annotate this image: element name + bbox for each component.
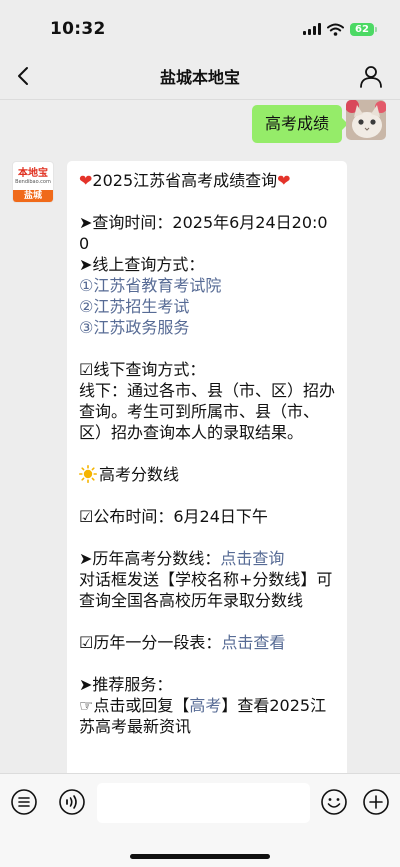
history-query-link[interactable]: 点击查询: [220, 549, 284, 568]
recommend-line: ☞点击或回复【高考】查看2025江苏高考最新资讯: [79, 695, 335, 737]
emoji-icon[interactable]: [320, 788, 348, 816]
offline-query-title: ☑线下查询方式：: [79, 360, 206, 379]
input-bar: [0, 773, 400, 867]
bot-avatar[interactable]: 本地宝 Bendibao.com 盐城: [12, 161, 54, 203]
chevron-left-icon[interactable]: [12, 64, 36, 88]
voice-icon[interactable]: [58, 788, 86, 816]
message-title: 2025江苏省高考成绩查询: [92, 171, 278, 190]
list-menu-icon[interactable]: [10, 788, 38, 816]
offline-query-text: 线下：通过各市、县（市、区）招办查询。考生可到所属市、县（市、区）招办查询本人的…: [79, 381, 336, 442]
bot-message-bubble[interactable]: ❤2025江苏省高考成绩查询❤ ➤查询时间：2025年6月24日20:00 ➤线…: [67, 161, 347, 773]
link-jiangsu-exam-authority[interactable]: ①江苏省教育考试院: [79, 275, 335, 296]
logo-text: 本地宝: [18, 167, 48, 179]
home-indicator[interactable]: [130, 854, 270, 859]
bot-logo: 本地宝 Bendibao.com: [13, 162, 53, 190]
nav-bar: 盐城本地宝: [0, 52, 400, 100]
segment-table-link[interactable]: 点击查看: [221, 633, 285, 652]
score-line-title: 高考分数线: [99, 465, 180, 484]
recommend-prefix: ☞点击或回复【: [79, 696, 190, 715]
recommend-title: ➤推荐服务：: [79, 675, 173, 694]
gaokao-keyword-link[interactable]: 高考: [189, 696, 221, 715]
message-title-line: ❤2025江苏省高考成绩查询❤: [79, 170, 335, 191]
segment-table-line: ☑历年一分一段表：点击查看: [79, 632, 335, 653]
battery-icon: 62: [350, 22, 377, 36]
online-query-title: ➤线上查询方式：: [79, 255, 205, 274]
link-jiangsu-gov-service[interactable]: ③江苏政务服务: [79, 317, 335, 338]
status-time: 10:32: [50, 19, 106, 39]
segment-table-label: ☑历年一分一段表：: [79, 633, 222, 652]
history-score-line: ➤历年高考分数线：点击查询: [79, 548, 335, 569]
heart-icon: ❤: [79, 171, 93, 190]
message-input[interactable]: [97, 783, 310, 823]
status-bar: 10:32 62: [0, 0, 400, 52]
user-message-text: 高考成绩: [264, 114, 329, 133]
plus-circle-icon[interactable]: [362, 788, 390, 816]
history-score-text: 对话框发送【学校名称+分数线】可查询全国各高校历年录取分数线: [79, 570, 333, 610]
cat-avatar-image: [346, 100, 386, 140]
score-line-heading: 高考分数线: [79, 464, 335, 485]
chat-title: 盐城本地宝: [159, 67, 240, 87]
heart-icon: ❤: [277, 171, 291, 190]
link-jiangsu-admission-exam[interactable]: ②江苏招生考试: [79, 296, 335, 317]
city-label: 盐城: [13, 190, 53, 202]
person-icon[interactable]: [358, 63, 384, 89]
wifi-icon: [327, 23, 344, 36]
logo-subtext: Bendibao.com: [15, 178, 51, 185]
publish-time: ☑公布时间：6月24日下午: [79, 507, 268, 526]
user-avatar[interactable]: [346, 100, 386, 140]
history-score-label: ➤历年高考分数线：: [79, 549, 221, 568]
chat-area[interactable]: 高考成绩 本地宝 Bendibao.com 盐城 ❤2025江苏省高考成绩查询❤…: [0, 100, 400, 773]
user-message-bubble[interactable]: 高考成绩: [251, 105, 349, 143]
query-time: ➤查询时间：2025年6月24日20:00: [79, 213, 328, 253]
signal-icon: [303, 23, 321, 35]
sun-icon: [79, 465, 98, 484]
status-icons: 62: [303, 22, 377, 36]
